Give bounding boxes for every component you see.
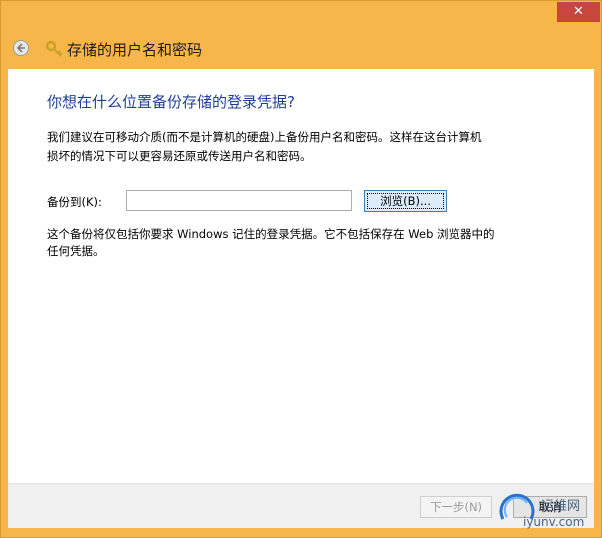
watermark-brand: 运维网 [541, 499, 581, 514]
note-text: 这个备份将仅包括你要求 Windows 记住的登录凭据。它不包括保存在 Web … [47, 227, 495, 258]
content-panel: 你想在什么位置备份存储的登录凭据? 我们建议在可移动介质(而不是计算机的硬盘)上… [8, 69, 594, 483]
backup-location-input[interactable] [126, 190, 352, 211]
page-heading: 你想在什么位置备份存储的登录凭据? [47, 93, 295, 111]
browse-button[interactable]: 浏览(B)... [364, 190, 447, 212]
header-bar: 存储的用户名和密码 [1, 33, 601, 65]
next-button[interactable]: 下一步(N) [420, 496, 492, 518]
description-text: 我们建议在可移动介质(而不是计算机的硬盘)上备份用户名和密码。这样在这台计算机损… [47, 130, 482, 163]
backup-to-label: 备份到(K): [47, 195, 102, 209]
dialog-window: ✕ 存储的用户名和密码 你想在什么位置备份存储的登录凭据? 我们建议在可移动介质… [0, 0, 602, 538]
key-icon [45, 40, 63, 57]
window-title: 存储的用户名和密码 [67, 41, 203, 59]
close-icon: ✕ [573, 4, 584, 19]
back-button[interactable] [13, 40, 29, 56]
watermark-url: iyunv.com [523, 515, 585, 529]
close-button[interactable]: ✕ [557, 2, 600, 22]
back-arrow-icon [16, 43, 25, 53]
